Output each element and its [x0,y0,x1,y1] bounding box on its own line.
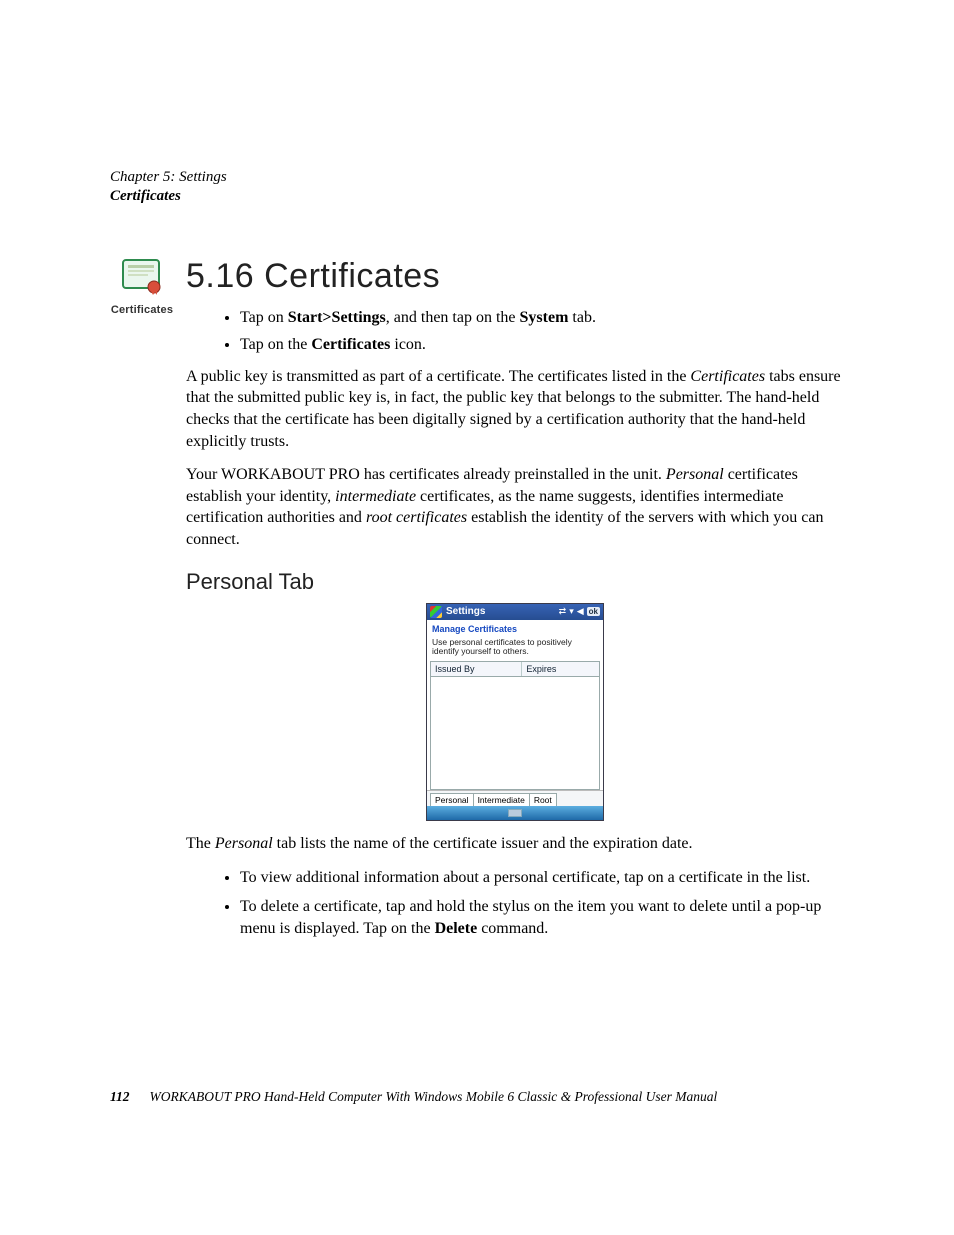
paragraph: A public key is transmitted as part of a… [186,366,844,452]
text: Your WORKABOUT PRO has certificates alre… [186,466,666,483]
section-heading: 5.16 Certificates [186,257,844,296]
list-item: To delete a certificate, tap and hold th… [240,896,844,939]
text-italic: Personal [215,835,273,852]
paragraph: The Personal tab lists the name of the c… [186,833,844,855]
text-italic: Personal [666,466,724,483]
screen-subtitle: Manage Certificates [427,620,603,636]
screen-hint: Use personal certificates to positively … [427,636,603,662]
list-item: To view additional information about a p… [240,867,844,889]
keyboard-icon[interactable] [508,809,522,817]
text-bold: Start>Settings [288,309,386,326]
page-footer: 112 WORKABOUT PRO Hand-Held Computer Wit… [110,1089,844,1105]
running-head-section: Certificates [110,188,844,205]
text: command. [477,920,548,937]
text: tab. [568,309,596,326]
step-item: Tap on Start>Settings, and then tap on t… [240,306,844,329]
connectivity-icon: ⇄ [559,606,567,617]
text-bold: Certificates [311,336,390,353]
text: Tap on the [240,336,311,353]
tab-root[interactable]: Root [529,793,557,806]
titlebar: Settings ⇄ ▾ ◀ ok [427,604,603,620]
tab-intermediate[interactable]: Intermediate [473,793,530,806]
bullet-list: To view additional information about a p… [186,867,844,940]
tab-personal[interactable]: Personal [430,793,474,806]
text-bold: Delete [435,920,478,937]
text: icon. [390,336,426,353]
subheading-personal-tab: Personal Tab [186,569,844,595]
text: , and then tap on the [386,309,520,326]
step-item: Tap on the Certificates icon. [240,333,844,356]
text-italic: Certificates [690,368,765,385]
titlebar-title: Settings [446,606,555,617]
text: A public key is transmitted as part of a… [186,368,690,385]
device-screenshot: Settings ⇄ ▾ ◀ ok Manage Certificates Us… [426,603,604,822]
sip-bar [427,806,603,820]
paragraph: Your WORKABOUT PRO has certificates alre… [186,464,844,550]
start-icon [430,606,442,618]
signal-icon: ▾ [569,606,574,617]
ok-button[interactable]: ok [587,607,600,616]
text: Tap on [240,309,288,326]
text-italic: root certificates [366,509,467,526]
certificate-list[interactable] [430,677,600,790]
tab-strip: Personal Intermediate Root [427,790,603,806]
certificates-icon [120,257,164,295]
text: tab lists the name of the certificate is… [273,835,693,852]
running-head-chapter: Chapter 5: Settings [110,168,844,188]
column-issued-by[interactable]: Issued By [431,662,522,676]
table-header: Issued By Expires [430,661,600,677]
footer-text: WORKABOUT PRO Hand-Held Computer With Wi… [150,1089,718,1105]
text-bold: System [520,309,569,326]
text-italic: intermediate [335,488,416,505]
text: The [186,835,215,852]
volume-icon: ◀ [577,606,584,617]
certificates-icon-label: Certificates [110,304,174,316]
page-number: 112 [110,1089,130,1105]
column-expires[interactable]: Expires [522,662,599,676]
step-list: Tap on Start>Settings, and then tap on t… [186,306,844,356]
